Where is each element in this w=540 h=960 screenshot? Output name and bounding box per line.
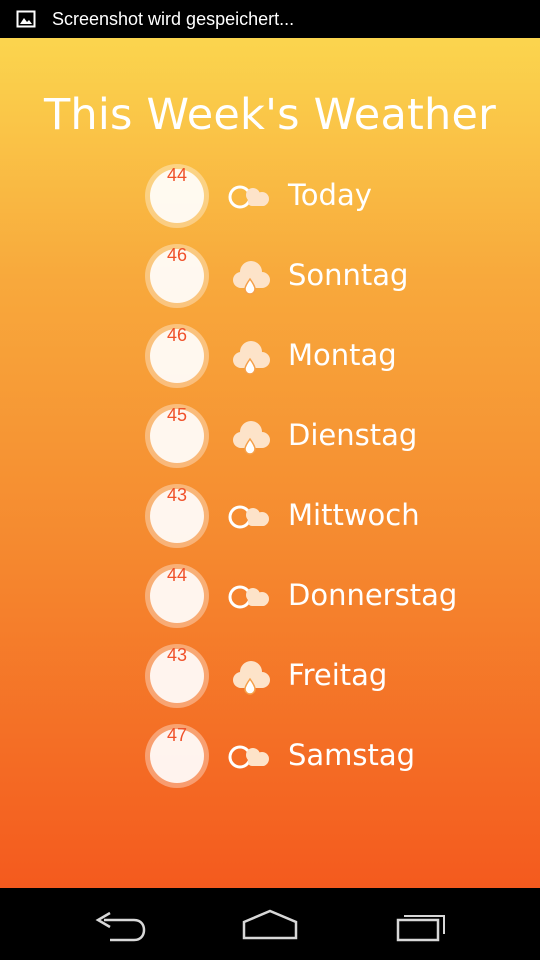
day-name: Dienstag	[288, 418, 418, 452]
day-name: Mittwoch	[288, 498, 420, 532]
temperature-value: 45	[166, 405, 188, 425]
back-icon[interactable]	[90, 906, 150, 946]
day-name: Donnerstag	[288, 578, 458, 612]
temperature-badge: 43	[145, 644, 209, 708]
temperature-value: 43	[166, 645, 188, 665]
partly-cloudy-icon	[228, 505, 269, 529]
rain-cloud-icon	[233, 661, 270, 695]
weather-app: This Week's Weather 44 Today 46 Sonntag …	[0, 38, 540, 888]
temperature-badge: 43	[145, 484, 209, 548]
recent-apps-icon[interactable]	[392, 906, 452, 946]
temperature-value: 43	[166, 485, 188, 505]
page-title: This Week's Weather	[43, 90, 497, 140]
temperature-badge: 46	[145, 244, 209, 308]
weather-row-dienstag[interactable]: 45 Dienstag	[0, 404, 540, 484]
weather-row-samstag[interactable]: 47 Samstag	[0, 724, 540, 804]
day-name: Sonntag	[288, 258, 409, 292]
weather-row-sonntag[interactable]: 46 Sonntag	[0, 244, 540, 324]
temperature-badge: 44	[145, 564, 209, 628]
weather-row-mittwoch[interactable]: 43 Mittwoch	[0, 484, 540, 564]
day-name: Samstag	[288, 738, 416, 772]
rain-cloud-icon	[233, 341, 270, 375]
temperature-value: 47	[166, 725, 188, 745]
weather-row-freitag[interactable]: 43 Freitag	[0, 644, 540, 724]
partly-cloudy-icon	[228, 585, 269, 609]
temperature-badge: 47	[145, 724, 209, 788]
partly-cloudy-icon	[228, 185, 269, 209]
status-bar: Screenshot wird gespeichert...	[0, 0, 540, 38]
weather-row-today[interactable]: 44 Today	[0, 164, 540, 244]
rain-cloud-icon	[233, 421, 270, 455]
temperature-value: 44	[166, 165, 188, 185]
weather-row-montag[interactable]: 46 Montag	[0, 324, 540, 404]
temperature-value: 46	[166, 245, 188, 265]
home-icon[interactable]	[240, 906, 300, 946]
partly-cloudy-icon	[228, 745, 269, 769]
temperature-badge: 45	[145, 404, 209, 468]
rain-cloud-icon	[233, 261, 270, 295]
day-name: Montag	[288, 338, 397, 372]
temperature-value: 44	[166, 565, 188, 585]
temperature-badge: 46	[145, 324, 209, 388]
weather-row-donnerstag[interactable]: 44 Donnerstag	[0, 564, 540, 644]
day-name: Freitag	[288, 658, 388, 692]
temperature-badge: 44	[145, 164, 209, 228]
navigation-bar	[0, 888, 540, 960]
status-notification-text: Screenshot wird gespeichert...	[52, 8, 295, 29]
image-icon	[16, 10, 36, 28]
day-name: Today	[288, 178, 372, 212]
temperature-value: 46	[166, 325, 188, 345]
